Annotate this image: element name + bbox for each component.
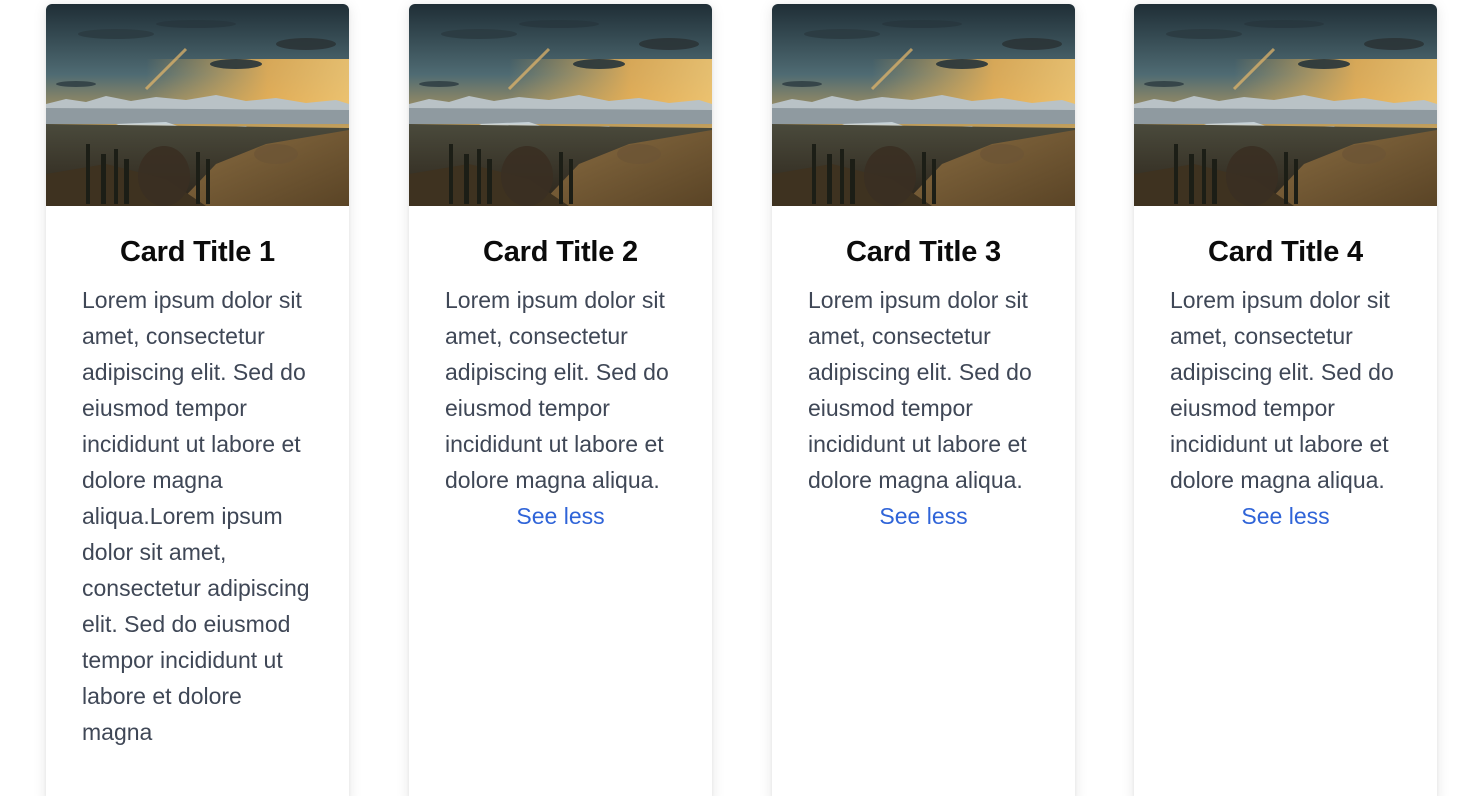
card-text: Lorem ipsum dolor sit amet, consectetur … (445, 287, 669, 493)
mountain-landscape-image (46, 4, 349, 206)
mountain-landscape-image (1134, 4, 1437, 206)
card-body: Card Title 2 Lorem ipsum dolor sit amet,… (409, 206, 712, 534)
card-text: Lorem ipsum dolor sit amet, consectetur … (82, 287, 310, 745)
card-title: Card Title 4 (1207, 236, 1363, 268)
card-body: Card Title 4 Lorem ipsum dolor sit amet,… (1134, 206, 1437, 534)
see-less-link[interactable]: See less (1170, 498, 1401, 534)
card: Card Title 4 Lorem ipsum dolor sit amet,… (1134, 4, 1437, 796)
see-less-link[interactable]: See less (808, 498, 1039, 534)
card-title: Card Title 1 (119, 236, 275, 268)
see-less-link[interactable]: See less (445, 498, 676, 534)
card: Card Title 2 Lorem ipsum dolor sit amet,… (409, 4, 712, 796)
card-title: Card Title 3 (845, 236, 1001, 268)
mountain-landscape-image (409, 4, 712, 206)
card: Card Title 1 Lorem ipsum dolor sit amet,… (46, 4, 349, 796)
card-title: Card Title 2 (482, 236, 638, 268)
card-body: Card Title 1 Lorem ipsum dolor sit amet,… (46, 206, 349, 750)
mountain-landscape-image (772, 4, 1075, 206)
card-body: Card Title 3 Lorem ipsum dolor sit amet,… (772, 206, 1075, 534)
card-text: Lorem ipsum dolor sit amet, consectetur … (808, 287, 1032, 493)
card-grid: Card Title 1 Lorem ipsum dolor sit amet,… (0, 0, 1466, 796)
card-text: Lorem ipsum dolor sit amet, consectetur … (1170, 287, 1394, 493)
card: Card Title 3 Lorem ipsum dolor sit amet,… (772, 4, 1075, 796)
